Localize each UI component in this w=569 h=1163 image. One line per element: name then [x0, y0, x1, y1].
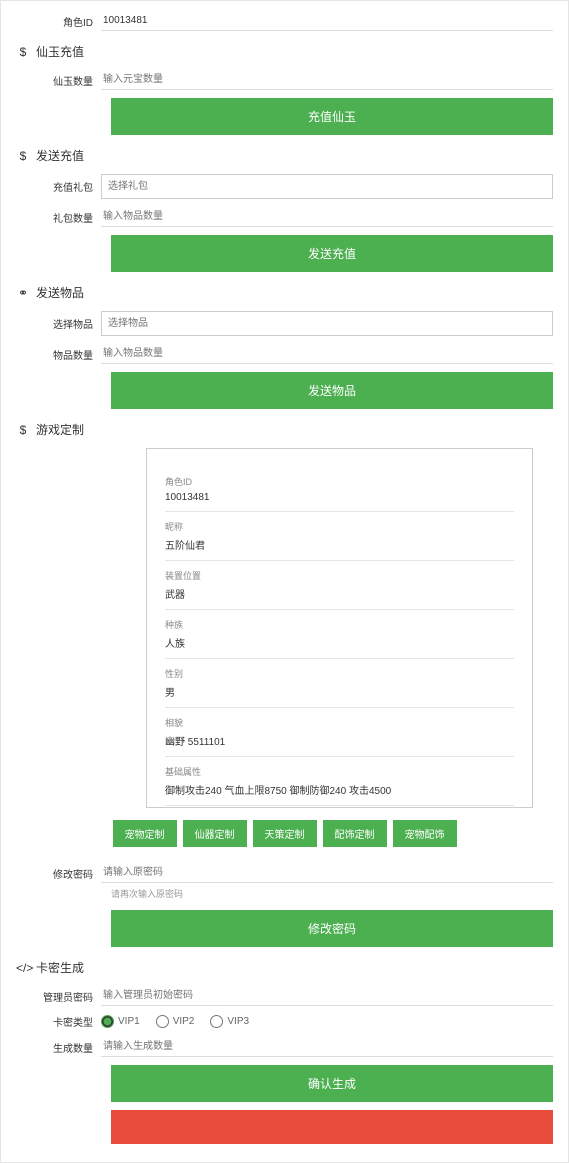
detail-label: 角色ID	[165, 475, 514, 488]
detail-item: 基础属性御制攻击240 气血上限8750 御制防御240 攻击4500	[165, 757, 514, 806]
adminpwd-input[interactable]	[101, 986, 553, 1006]
recharge-xianyun-button[interactable]: 充值仙玉	[111, 98, 553, 135]
radio-VIP3[interactable]: VIP3	[210, 1015, 249, 1028]
radio-input-VIP2[interactable]	[156, 1015, 169, 1028]
radio-input-VIP3[interactable]	[210, 1015, 223, 1028]
customize-宠物配饰-button[interactable]: 宠物配饰	[393, 820, 457, 847]
xianyun-qty-label: 仙玉数量	[16, 73, 101, 88]
detail-item: 穿戴等级冲160级	[165, 806, 514, 808]
kami-type-label: 卡密类型	[16, 1014, 101, 1029]
detail-label: 性别	[165, 667, 514, 680]
pwd-hint: 请再次输入原密码	[111, 887, 553, 900]
section-send-recharge: $ 发送充值	[16, 147, 553, 164]
customize-配饰定制-button[interactable]: 配饰定制	[323, 820, 387, 847]
code-icon: </>	[16, 961, 30, 975]
item-qty-label: 物品数量	[16, 347, 101, 362]
xianyun-qty-input[interactable]	[101, 70, 553, 90]
role-id-value: 10013481	[101, 11, 553, 31]
customize-仙器定制-button[interactable]: 仙器定制	[183, 820, 247, 847]
gift-select[interactable]	[101, 174, 553, 199]
detail-item: 相貌幽野 5511101	[165, 708, 514, 757]
role-id-label: 角色ID	[16, 14, 101, 29]
dollar-icon: $	[16, 149, 30, 163]
section-customize: $ 游戏定制	[16, 421, 553, 438]
detail-value: 五阶仙君	[165, 537, 514, 552]
danger-button[interactable]	[111, 1110, 553, 1144]
detail-item: 角色ID 10013481	[165, 467, 514, 512]
dollar-icon: $	[16, 423, 30, 437]
radio-VIP1[interactable]: VIP1	[101, 1015, 140, 1028]
detail-label: 基础属性	[165, 765, 514, 778]
gift-qty-input[interactable]	[101, 207, 553, 227]
detail-label: 昵称	[165, 520, 514, 533]
radio-input-VIP1[interactable]	[101, 1015, 114, 1028]
detail-label: 装置位置	[165, 569, 514, 582]
send-item-button[interactable]: 发送物品	[111, 372, 553, 409]
item-select[interactable]	[101, 311, 553, 336]
pwd-input[interactable]	[101, 863, 553, 883]
gift-label: 充值礼包	[16, 179, 101, 194]
customize-宠物定制-button[interactable]: 宠物定制	[113, 820, 177, 847]
send-recharge-button[interactable]: 发送充值	[111, 235, 553, 272]
detail-item: 昵称五阶仙君	[165, 512, 514, 561]
detail-value: 10013481	[165, 492, 514, 503]
detail-label: 相貌	[165, 716, 514, 729]
section-kami: </> 卡密生成	[16, 959, 553, 976]
details-panel[interactable]: 角色ID 10013481 昵称五阶仙君装置位置武器种族人族性别男相貌幽野 5511…	[146, 448, 533, 808]
item-label: 选择物品	[16, 316, 101, 331]
detail-value: 武器	[165, 586, 514, 601]
item-qty-input[interactable]	[101, 344, 553, 364]
detail-value: 人族	[165, 635, 514, 650]
generate-kami-button[interactable]: 确认生成	[111, 1065, 553, 1102]
kami-qty-input[interactable]	[101, 1037, 553, 1057]
detail-value: 御制攻击240 气血上限8750 御制防御240 攻击4500	[165, 782, 514, 797]
radio-VIP2[interactable]: VIP2	[156, 1015, 195, 1028]
link-icon: ⚭	[16, 286, 30, 300]
detail-value: 男	[165, 684, 514, 699]
section-xianyun: $ 仙玉充值	[16, 43, 553, 60]
kami-qty-label: 生成数量	[16, 1040, 101, 1055]
pwd-label: 修改密码	[16, 866, 101, 881]
dollar-icon: $	[16, 45, 30, 59]
detail-label: 种族	[165, 618, 514, 631]
customize-天策定制-button[interactable]: 天策定制	[253, 820, 317, 847]
detail-value: 幽野 5511101	[165, 733, 514, 748]
detail-item: 种族人族	[165, 610, 514, 659]
detail-item: 装置位置武器	[165, 561, 514, 610]
gift-qty-label: 礼包数量	[16, 210, 101, 225]
adminpwd-label: 管理员密码	[16, 989, 101, 1004]
change-pwd-button[interactable]: 修改密码	[111, 910, 553, 947]
detail-item: 性别男	[165, 659, 514, 708]
section-send-item: ⚭ 发送物品	[16, 284, 553, 301]
